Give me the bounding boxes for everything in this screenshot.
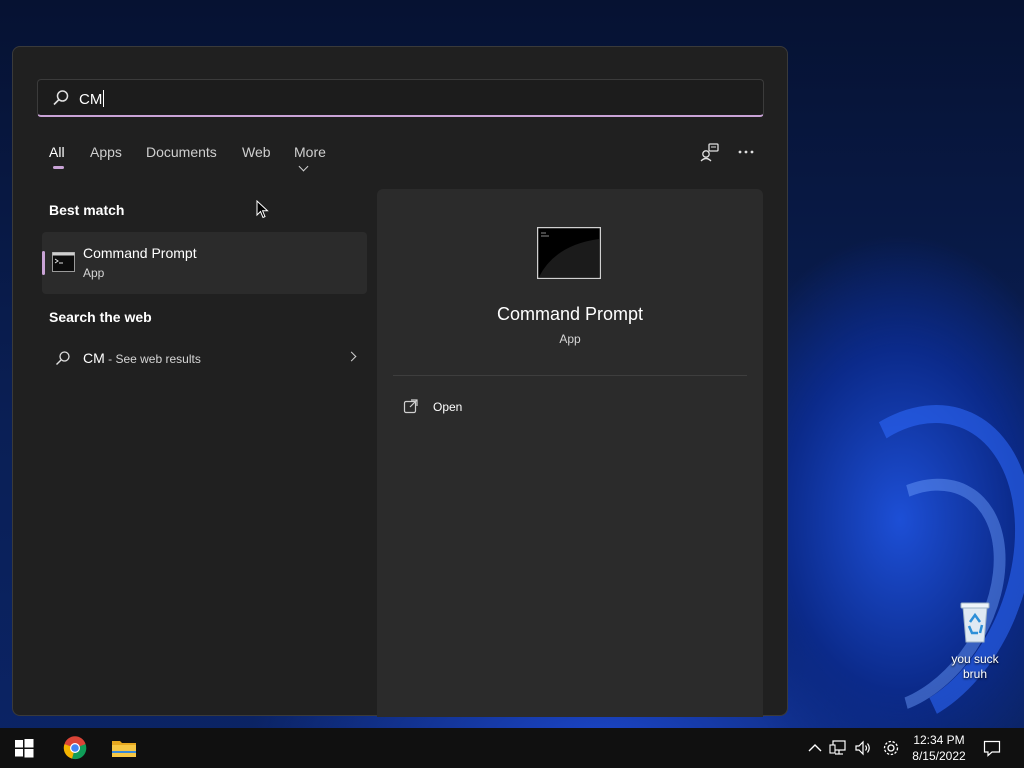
open-external-icon [403, 399, 418, 414]
web-search-result[interactable]: CM - See web results [49, 340, 367, 376]
tab-more[interactable]: More [294, 144, 326, 176]
search-web-heading: Search the web [49, 309, 152, 325]
file-explorer-icon [112, 741, 136, 757]
command-prompt-icon [52, 252, 75, 272]
recycle-bin-desktop-icon[interactable]: you suck bruh [944, 600, 1006, 682]
open-action-label: Open [433, 400, 463, 414]
notification-icon[interactable] [982, 738, 1002, 758]
settings-icon[interactable] [881, 738, 901, 758]
tab-documents[interactable]: Documents [146, 144, 217, 160]
taskbar: 12:34 PM 8/15/2022 [0, 728, 1024, 768]
active-tab-indicator [53, 166, 64, 169]
recycle-bin-label-line1: you suck [951, 652, 999, 666]
search-icon [56, 351, 70, 365]
windows-start-icon [15, 739, 34, 758]
taskbar-clock[interactable]: 12:34 PM 8/15/2022 [904, 732, 974, 764]
open-action-button[interactable]: Open [393, 392, 747, 422]
best-match-heading: Best match [49, 202, 125, 218]
search-input[interactable]: CM [37, 79, 764, 117]
clock-date: 8/15/2022 [912, 749, 966, 763]
search-flyout: CM All Apps Documents Web More Best matc… [12, 46, 788, 717]
tab-web[interactable]: Web [242, 144, 271, 160]
chevron-up-icon[interactable] [805, 738, 825, 758]
chevron-down-icon [298, 161, 309, 172]
best-match-type: App [83, 266, 105, 280]
start-button[interactable] [2, 728, 46, 768]
web-search-query: CM - See web results [83, 350, 201, 366]
clock-time: 12:34 PM [913, 733, 965, 747]
search-icon [53, 90, 69, 106]
volume-icon[interactable] [853, 738, 873, 758]
recycle-bin-icon [960, 602, 990, 643]
tab-all[interactable]: All [49, 144, 65, 160]
search-input-value: CM [79, 90, 105, 108]
chrome-taskbar-button[interactable] [53, 728, 97, 768]
preview-app-name: Command Prompt [496, 304, 644, 324]
chrome-icon [63, 736, 87, 760]
file-explorer-taskbar-button[interactable] [101, 728, 145, 768]
recycle-bin-label-line2: bruh [962, 667, 988, 681]
mouse-cursor-icon [256, 200, 269, 219]
best-match-item[interactable]: Command Prompt App [42, 232, 367, 294]
best-match-name: Command Prompt [83, 245, 197, 261]
feedback-icon[interactable] [698, 140, 722, 164]
preview-app-type: App [559, 332, 581, 346]
chevron-right-icon [346, 351, 357, 362]
selection-accent [42, 251, 45, 275]
preview-divider [393, 375, 747, 376]
tab-apps[interactable]: Apps [90, 144, 122, 160]
more-options-icon[interactable] [734, 140, 758, 164]
preview-pane: Command Prompt App Open [377, 189, 763, 717]
network-icon[interactable] [829, 738, 849, 758]
command-prompt-large-icon [537, 227, 601, 279]
